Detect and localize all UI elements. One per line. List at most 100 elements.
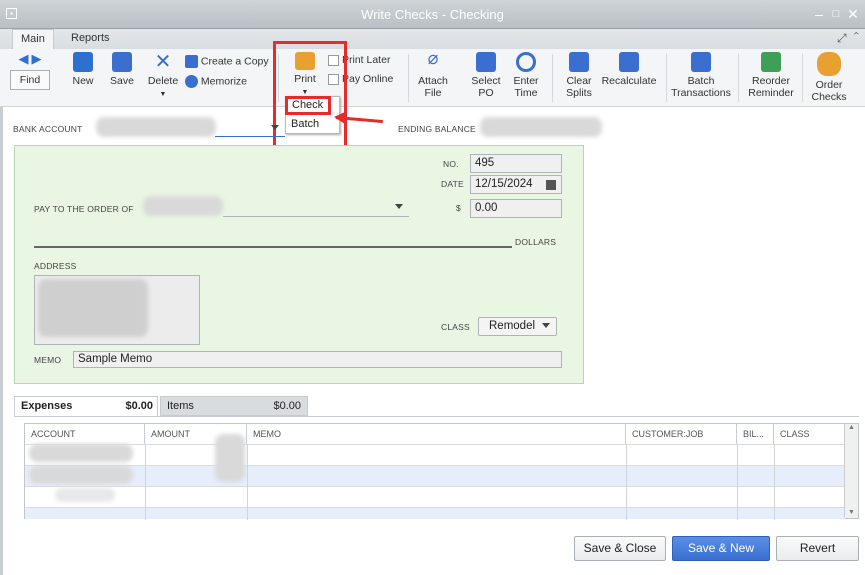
- menu-item-check[interactable]: Check: [285, 96, 331, 115]
- amount-field[interactable]: 0.00: [470, 199, 562, 218]
- payee-dropdown[interactable]: [223, 198, 409, 217]
- table-row[interactable]: [25, 444, 845, 465]
- chevron-down-icon[interactable]: ▼: [845, 509, 858, 516]
- transactions-label: Transactions: [671, 87, 731, 99]
- save-button[interactable]: Save: [108, 52, 136, 87]
- address-field[interactable]: [34, 275, 200, 345]
- memo-field[interactable]: Sample Memo: [73, 351, 562, 368]
- reminder-label: Reminder: [748, 87, 794, 99]
- tab-main[interactable]: Main: [12, 29, 54, 49]
- column-header-class[interactable]: CLASS: [774, 424, 845, 444]
- class-value: Remodel: [489, 320, 536, 332]
- clear-label: Clear: [566, 75, 592, 87]
- expand-icon[interactable]: ⤢: [837, 31, 847, 45]
- close-icon[interactable]: ✕: [845, 6, 861, 22]
- column-header-customer-job[interactable]: CUSTOMER:JOB: [626, 424, 737, 444]
- menu-item-batch[interactable]: Batch: [291, 118, 319, 130]
- delete-button[interactable]: ✕ Delete ▼: [146, 52, 180, 101]
- chevron-up-icon[interactable]: ▲: [845, 424, 858, 431]
- save-icon: [112, 52, 132, 72]
- reorder-label: Reorder: [752, 75, 790, 87]
- minimize-icon[interactable]: –: [811, 6, 827, 22]
- date-field[interactable]: 12/15/2024: [470, 175, 562, 194]
- memorize-button[interactable]: Memorize: [185, 75, 275, 88]
- toolbar-divider: [408, 54, 409, 102]
- date-value: 12/15/2024: [475, 178, 533, 190]
- find-button[interactable]: Find: [10, 70, 50, 90]
- next-arrow-icon[interactable]: ▶: [31, 51, 41, 66]
- create-copy-button[interactable]: Create a Copy: [185, 55, 275, 68]
- select-po-button[interactable]: Select PO: [470, 52, 502, 99]
- bank-account-dropdown[interactable]: [215, 119, 285, 137]
- column-header-account[interactable]: ACCOUNT: [25, 424, 145, 444]
- paperclip-icon: ⌀: [427, 48, 439, 68]
- enter-label: Enter: [513, 75, 539, 87]
- collapse-icon[interactable]: ⌃: [853, 31, 859, 45]
- attach-file-button[interactable]: ⌀ Attach File: [416, 48, 450, 99]
- new-button[interactable]: New: [70, 52, 96, 87]
- dollars-label: DOLLARS: [515, 237, 557, 247]
- save-close-button[interactable]: Save & Close: [574, 536, 666, 561]
- recalculate-button[interactable]: Recalculate: [600, 52, 658, 87]
- po-label: PO: [478, 87, 494, 99]
- address-redacted: [38, 279, 148, 337]
- stopwatch-icon: [516, 52, 536, 72]
- batch-label: Batch: [687, 75, 715, 87]
- delete-x-icon: ✕: [154, 51, 172, 73]
- window-border: [0, 29, 3, 575]
- revert-button[interactable]: Revert: [776, 536, 859, 561]
- chevron-down-icon: [542, 323, 550, 328]
- calculator-icon: [619, 52, 639, 72]
- tab-expenses[interactable]: Expenses $0.00: [14, 396, 158, 416]
- batch-transactions-button[interactable]: Batch Transactions: [670, 52, 732, 99]
- new-doc-icon: [73, 52, 93, 72]
- title-bar: ▪ Write Checks - Checking – □ ✕: [0, 0, 865, 29]
- column-header-memo[interactable]: MEMO: [247, 424, 626, 444]
- table-row[interactable]: [25, 465, 845, 486]
- delete-label: Delete: [147, 75, 179, 87]
- file-label: File: [424, 87, 442, 99]
- table-row[interactable]: [25, 486, 845, 507]
- order-label: Order: [815, 79, 843, 91]
- memorize-icon: [185, 75, 198, 88]
- copy-icon: [185, 55, 198, 68]
- calendar-icon[interactable]: [546, 180, 556, 190]
- order-checks-icon: [817, 52, 841, 76]
- create-copy-label: Create a Copy: [200, 55, 269, 68]
- chevron-down-icon: [395, 204, 403, 209]
- maximize-icon[interactable]: □: [828, 6, 844, 22]
- batch-icon: [691, 52, 711, 72]
- recalculate-label: Recalculate: [601, 75, 657, 87]
- detail-tabs: Expenses $0.00 Items $0.00: [14, 396, 859, 416]
- column-header-billable[interactable]: BIL...: [737, 424, 774, 444]
- time-label: Time: [514, 87, 538, 99]
- print-later-label: Print Later: [342, 54, 391, 66]
- check-number-label: NO.: [443, 159, 459, 169]
- order-checks-button[interactable]: Order Checks: [810, 52, 848, 103]
- check-form: NO. 495 DATE 12/15/2024 PAY TO THE ORDER…: [14, 145, 584, 384]
- pay-to-label: PAY TO THE ORDER OF: [34, 204, 134, 214]
- toolbar-divider: [666, 54, 667, 102]
- class-dropdown[interactable]: Remodel: [478, 317, 557, 336]
- memorize-label: Memorize: [200, 75, 248, 88]
- find-group: ◀ ▶ Find: [10, 51, 50, 90]
- bank-account-field-redacted[interactable]: [96, 117, 216, 137]
- prev-arrow-icon[interactable]: ◀: [19, 51, 29, 66]
- clear-splits-button[interactable]: Clear Splits: [562, 52, 596, 99]
- po-icon: [476, 52, 496, 72]
- expenses-label: Expenses: [21, 400, 73, 412]
- items-amount: $0.00: [273, 400, 301, 412]
- tab-reports[interactable]: Reports: [63, 29, 118, 49]
- check-number-field[interactable]: 495: [470, 154, 562, 173]
- memo-label: MEMO: [34, 355, 62, 365]
- attach-label: Attach: [418, 75, 448, 87]
- enter-time-button[interactable]: Enter Time: [510, 52, 542, 99]
- find-label: Find: [19, 74, 41, 86]
- reorder-reminder-button[interactable]: Reorder Reminder: [746, 52, 796, 99]
- table-row[interactable]: [25, 507, 845, 519]
- column-divider: [247, 444, 248, 520]
- grid-scrollbar[interactable]: ▲ ▼: [844, 424, 858, 518]
- account-cell-redacted: [29, 444, 133, 462]
- save-new-button[interactable]: Save & New: [672, 536, 770, 561]
- tab-items[interactable]: Items $0.00: [160, 396, 308, 416]
